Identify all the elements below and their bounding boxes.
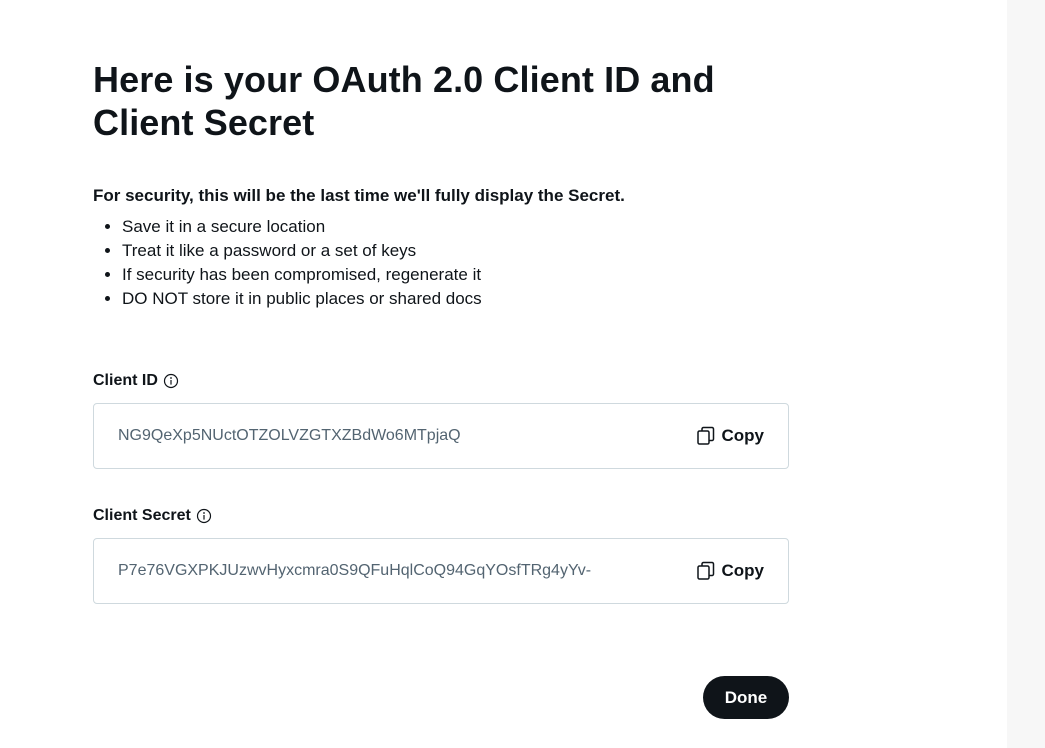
- info-circle-icon[interactable]: [163, 373, 179, 389]
- copy-client-secret-button[interactable]: Copy: [696, 561, 765, 581]
- right-sidebar-background: [1007, 0, 1045, 748]
- page-title: Here is your OAuth 2.0 Client ID and Cli…: [93, 59, 715, 143]
- security-tip: Treat it like a password or a set of key…: [122, 239, 789, 263]
- credentials-dialog: Here is your OAuth 2.0 Client ID and Cli…: [93, 58, 789, 719]
- security-tip: If security has been compromised, regene…: [122, 263, 789, 287]
- client-id-section: Client ID NG9QeXp5NUctOTZOLVZGTXZBdWo6MT…: [93, 371, 789, 469]
- info-circle-icon[interactable]: [196, 508, 212, 524]
- security-heading: For security, this will be the last time…: [93, 186, 625, 205]
- client-id-label: Client ID: [93, 372, 158, 389]
- security-tip: DO NOT store it in public places or shar…: [122, 287, 789, 311]
- client-id-value: NG9QeXp5NUctOTZOLVZGTXZBdWo6MTpjaQ: [118, 427, 461, 444]
- client-secret-field: P7e76VGXPKJUzwvHyxcmra0S9QFuHqlCoQ94GqYO…: [93, 538, 789, 604]
- copy-icon: [696, 426, 714, 445]
- copy-label: Copy: [721, 561, 765, 580]
- security-tips-list: Save it in a secure location Treat it li…: [93, 215, 789, 311]
- copy-icon: [696, 561, 714, 580]
- copy-client-id-button[interactable]: Copy: [696, 426, 765, 446]
- oauth-credentials-page: Here is your OAuth 2.0 Client ID and Cli…: [0, 0, 1045, 748]
- done-button[interactable]: Done: [703, 676, 789, 719]
- security-tip: Save it in a secure location: [122, 215, 789, 239]
- client-secret-label: Client Secret: [93, 507, 191, 524]
- client-id-field: NG9QeXp5NUctOTZOLVZGTXZBdWo6MTpjaQ Copy: [93, 403, 789, 469]
- client-secret-section: Client Secret P7e76VGXPKJUzwvHyxcmra0S9Q…: [93, 506, 789, 604]
- client-secret-value: P7e76VGXPKJUzwvHyxcmra0S9QFuHqlCoQ94GqYO…: [118, 562, 592, 579]
- client-secret-label-row: Client Secret: [93, 506, 789, 526]
- client-id-label-row: Client ID: [93, 371, 789, 391]
- copy-label: Copy: [721, 426, 765, 445]
